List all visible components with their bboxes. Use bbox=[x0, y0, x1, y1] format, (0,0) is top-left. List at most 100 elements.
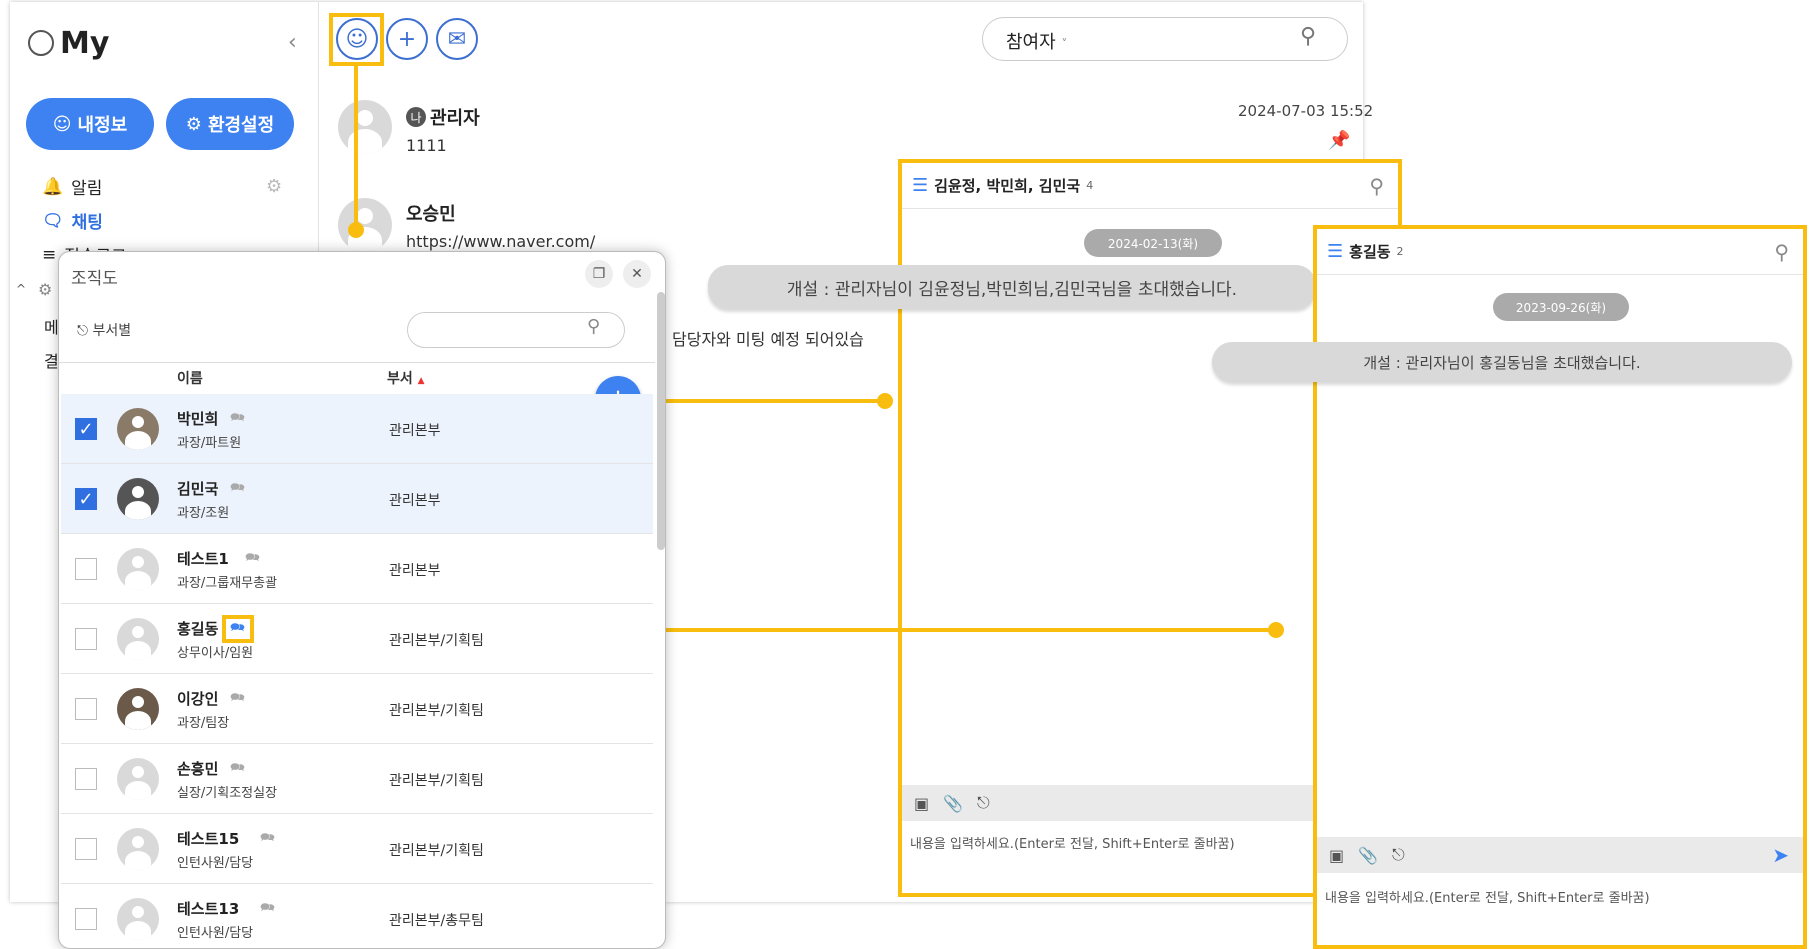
table-row[interactable]: ✓ 김민국 🗪 과장/조원 관리본부 bbox=[61, 464, 653, 534]
collapse-sidebar-icon[interactable]: ‹ bbox=[288, 30, 297, 55]
sidebar-item-chat[interactable]: 🗨 채팅 bbox=[42, 208, 103, 234]
pin-icon[interactable]: 📌 bbox=[1328, 130, 1350, 151]
system-message: 개설 : 관리자님이 홍길동님을 초대했습니다. bbox=[1212, 342, 1792, 382]
image-icon[interactable]: ▣ bbox=[914, 794, 929, 813]
sort-asc-icon: ▲ bbox=[417, 376, 425, 386]
member-name: 김민국 bbox=[177, 480, 219, 498]
member-name: 테스트15 bbox=[177, 830, 240, 848]
user-edit-icon: ☺ bbox=[52, 113, 72, 135]
attachment-icon[interactable]: 📎 bbox=[1358, 846, 1378, 865]
member-dept: 관리본부 bbox=[389, 493, 441, 509]
row-checkbox[interactable] bbox=[75, 558, 97, 580]
message-button[interactable]: ✉ bbox=[436, 18, 478, 60]
envelope-icon: ✉ bbox=[447, 26, 467, 52]
chat-bubble-icon: 🗨 bbox=[42, 210, 64, 231]
column-header-name[interactable]: 이름 bbox=[177, 368, 203, 388]
restore-window-icon[interactable]: ❐ bbox=[585, 260, 613, 288]
menu-icon[interactable]: ☰ bbox=[912, 175, 928, 196]
expand-caret-icon[interactable]: ^ bbox=[16, 282, 26, 296]
sidebar-title: My bbox=[60, 26, 110, 61]
sidebar-item-4[interactable]: 메 bbox=[44, 314, 59, 338]
row-checkbox[interactable] bbox=[75, 838, 97, 860]
member-dept: 관리본부/기획팀 bbox=[389, 633, 484, 649]
member-dept: 관리본부 bbox=[389, 563, 441, 579]
row-checkbox[interactable] bbox=[75, 628, 97, 650]
search-icon[interactable]: ⚲ bbox=[587, 316, 600, 337]
member-position: 과장/그룹재무총괄 bbox=[177, 576, 278, 591]
row-checkbox[interactable]: ✓ bbox=[75, 418, 97, 440]
start-chat-icon[interactable]: 🗪 bbox=[230, 758, 245, 779]
highlight-chat-icon bbox=[222, 615, 254, 643]
message-sender: 오승민 bbox=[406, 204, 456, 225]
member-name: 홍길동 bbox=[177, 620, 219, 638]
user-gear-icon: ⚙ bbox=[185, 113, 202, 135]
settings-button[interactable]: ⚙ 환경설정 bbox=[166, 98, 294, 150]
send-icon[interactable]: ➤ bbox=[1772, 843, 1789, 867]
message-input[interactable]: 내용을 입력하세요.(Enter로 전달, Shift+Enter로 줄바꿈) bbox=[1325, 887, 1650, 906]
table-row[interactable]: 테스트1 🗪 과장/그룹재무총괄 관리본부 bbox=[61, 534, 653, 604]
date-divider: 2023-09-26(화) bbox=[1493, 293, 1629, 321]
member-position: 인턴사원/담당 bbox=[177, 926, 254, 941]
table-row[interactable]: 홍길동 🗪 상무이사/임원 관리본부/기획팀 bbox=[61, 604, 653, 674]
row-checkbox[interactable] bbox=[75, 698, 97, 720]
avatar bbox=[117, 548, 159, 590]
table-row[interactable]: 테스트15 🗪 인턴사원/담당 관리본부/기획팀 bbox=[61, 814, 653, 884]
row-checkbox[interactable] bbox=[75, 768, 97, 790]
alarm-settings-gear-icon[interactable]: ⚙ bbox=[266, 176, 282, 197]
message-sender: 나 관리자 bbox=[406, 104, 480, 130]
table-row[interactable]: 이강인 🗪 과장/팀장 관리본부/기획팀 bbox=[61, 674, 653, 744]
menu-icon[interactable]: ☰ bbox=[1327, 241, 1343, 262]
avatar bbox=[117, 618, 159, 660]
search-icon[interactable]: ⚲ bbox=[1300, 24, 1316, 49]
message-input[interactable]: 내용을 입력하세요.(Enter로 전달, Shift+Enter로 줄바꿈) bbox=[910, 833, 1235, 852]
image-icon[interactable]: ▣ bbox=[1329, 846, 1344, 865]
start-chat-icon[interactable]: 🗪 bbox=[260, 828, 275, 849]
search-icon[interactable]: ⚲ bbox=[1369, 174, 1384, 198]
org-chart-button[interactable]: ☺ bbox=[336, 18, 378, 60]
table-row[interactable]: 손흥민 🗪 실장/기획조정실장 관리본부/기획팀 bbox=[61, 744, 653, 814]
avatar bbox=[117, 828, 159, 870]
table-row[interactable]: 테스트13 🗪 인턴사원/담당 관리본부/총무팀 bbox=[61, 884, 653, 948]
chat-title: 김윤정, 박민희, 김민국 bbox=[934, 177, 1081, 195]
member-name: 이강인 bbox=[177, 690, 219, 708]
table-row[interactable]: ✓ 박민희 🗪 과장/파트원 관리본부 bbox=[61, 394, 653, 464]
message-text: 담당자와 미팅 예정 되어있습 bbox=[672, 330, 864, 349]
screenshot-stage: My ‹ ☺ 내정보 ⚙ 환경설정 🔔 알림 ⚙ 🗨 채팅 ≡ 접속로그 ^ ⚙… bbox=[0, 0, 1813, 949]
dept-filter[interactable]: ⎋ 부서별 bbox=[77, 320, 131, 340]
row-checkbox[interactable]: ✓ bbox=[75, 488, 97, 510]
profile-button[interactable]: ☺ 내정보 bbox=[26, 98, 154, 150]
attachment-icon[interactable]: 📎 bbox=[943, 794, 963, 813]
avatar bbox=[117, 408, 159, 450]
participant-count: 4 bbox=[1086, 179, 1094, 192]
member-name: 테스트13 bbox=[177, 900, 240, 918]
column-header-dept[interactable]: 부서 ▲ bbox=[387, 368, 425, 388]
date-divider: 2024-02-13(화) bbox=[1084, 229, 1222, 257]
highlight-dot bbox=[348, 222, 364, 238]
org-tree-icon[interactable]: ⎋ bbox=[1392, 845, 1405, 865]
start-chat-icon[interactable]: 🗪 bbox=[230, 688, 245, 709]
start-chat-icon[interactable]: 🗪 bbox=[230, 478, 245, 499]
message-link[interactable]: https://www.naver.com/ bbox=[406, 232, 595, 251]
member-position: 과장/조원 bbox=[177, 506, 230, 521]
start-chat-icon[interactable]: 🗪 bbox=[245, 548, 260, 569]
start-chat-icon[interactable]: 🗪 bbox=[230, 408, 245, 429]
sidebar-item-alarm[interactable]: 🔔 알림 bbox=[42, 174, 102, 200]
chat-title: 홍길동 bbox=[1349, 243, 1391, 261]
chat-input-toolbar: ▣ 📎 ⎋ bbox=[902, 785, 1322, 821]
org-tree-icon[interactable]: ⎋ bbox=[977, 793, 990, 813]
search-icon[interactable]: ⚲ bbox=[1774, 240, 1789, 264]
highlight-dot bbox=[1268, 622, 1284, 638]
divider bbox=[59, 362, 655, 363]
scrollbar[interactable] bbox=[657, 292, 665, 550]
member-dept: 관리본부 bbox=[389, 423, 441, 439]
sidebar-item-5[interactable]: 결 bbox=[44, 348, 59, 372]
row-checkbox[interactable] bbox=[75, 908, 97, 930]
member-position: 상무이사/임원 bbox=[177, 646, 254, 661]
org-tree-icon: ⎋ bbox=[77, 323, 89, 339]
new-chat-button[interactable]: + bbox=[386, 18, 428, 60]
list-icon: ≡ bbox=[42, 244, 57, 265]
filter-dropdown[interactable]: 참여자 ˅ bbox=[1006, 28, 1067, 54]
close-icon[interactable]: ✕ bbox=[623, 260, 651, 288]
member-position: 과장/파트원 bbox=[177, 436, 242, 451]
start-chat-icon[interactable]: 🗪 bbox=[260, 898, 275, 919]
